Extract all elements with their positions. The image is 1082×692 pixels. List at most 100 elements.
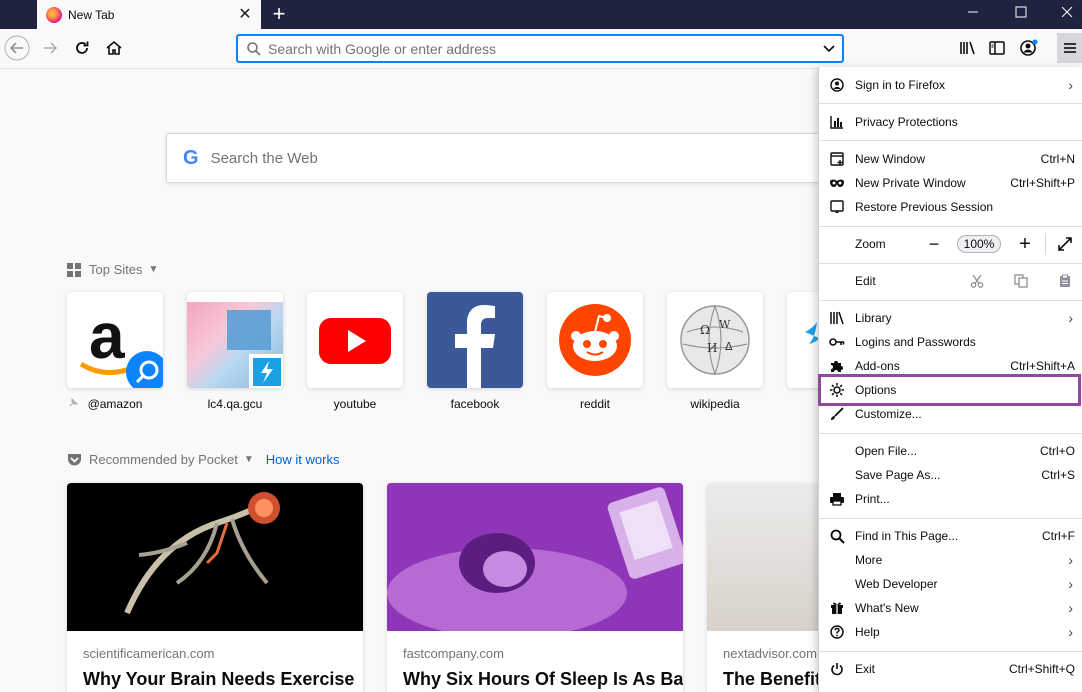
menu-print[interactable]: Print... [819, 487, 1082, 511]
top-site-label: wikipedia [690, 397, 740, 411]
youtube-tile [307, 292, 403, 388]
gift-icon [831, 602, 843, 614]
facebook-tile [427, 292, 523, 388]
reload-button[interactable] [67, 33, 97, 63]
search-icon [830, 529, 845, 544]
firefox-icon [46, 6, 62, 23]
svg-text:a: a [89, 300, 125, 372]
menu-library[interactable]: Library › [819, 306, 1082, 330]
url-input[interactable] [268, 40, 816, 57]
story-source: fastcompany.com [403, 646, 504, 661]
copy-icon [1014, 274, 1028, 288]
lc4-thumbnail-icon [187, 292, 283, 388]
back-button[interactable] [2, 33, 32, 63]
story-headline: Why Your Brain Needs Exercise [83, 669, 355, 689]
zoom-reset-button[interactable]: 100% [957, 235, 1001, 253]
facebook-logo-icon [455, 305, 495, 388]
story-image [67, 483, 363, 631]
key-icon [829, 338, 845, 346]
sidebar-icon [989, 41, 1005, 55]
chevron-down-icon: ▼ [148, 264, 159, 275]
sidebar-button[interactable] [982, 33, 1012, 63]
account-button[interactable] [1014, 33, 1044, 63]
chevron-down-icon[interactable] [816, 44, 842, 54]
maximize-icon[interactable] [998, 0, 1044, 29]
chevron-down-icon[interactable]: ▼ [244, 454, 254, 465]
menu-privacy-protections[interactable]: Privacy Protections [819, 110, 1082, 134]
navigation-toolbar [0, 29, 1082, 69]
menu-new-window[interactable]: New Window Ctrl+N [819, 147, 1082, 171]
svg-text:W: W [719, 318, 731, 331]
top-site-label: facebook [450, 397, 500, 411]
menu-save-page[interactable]: Save Page As... Ctrl+S [819, 463, 1082, 487]
close-tab-icon[interactable]: ✕ [235, 0, 255, 29]
top-site-lc4[interactable]: lc4.qa.gcu [187, 292, 283, 411]
menu-zoom: Zoom [855, 237, 886, 251]
chevron-right-icon: › [1068, 552, 1073, 568]
menu-sign-in[interactable]: Sign in to Firefox › [819, 73, 1082, 97]
wikipedia-logo-icon: Ω W И ᐃ [680, 305, 750, 375]
menu-new-private-window[interactable]: New Private Window Ctrl+Shift+P [819, 171, 1082, 195]
forward-arrow-icon [44, 42, 58, 54]
lc4-tile [187, 292, 283, 388]
restore-session-icon [830, 200, 844, 213]
home-button[interactable] [99, 33, 129, 63]
hamburger-icon [1063, 43, 1076, 53]
grid-icon [67, 262, 81, 277]
home-icon [106, 40, 122, 55]
paste-button[interactable] [1055, 271, 1075, 291]
library-button[interactable] [953, 33, 983, 63]
tab-new-tab[interactable]: New Tab ✕ [37, 0, 261, 29]
pocket-story-card[interactable]: scientificamerican.com Why Your Brain Ne… [67, 483, 363, 692]
top-site-label: lc4.qa.gcu [207, 397, 263, 411]
fullscreen-button[interactable] [1055, 235, 1075, 253]
top-site-facebook[interactable]: facebook [427, 292, 523, 411]
menu-more[interactable]: More › [819, 548, 1082, 572]
top-sites-header[interactable]: Top Sites ▼ [67, 262, 158, 277]
top-site-youtube[interactable]: youtube [307, 292, 403, 411]
menu-exit[interactable]: Exit Ctrl+Shift+Q [819, 657, 1082, 681]
menu-help[interactable]: Help › [819, 620, 1082, 644]
chevron-right-icon: › [1068, 600, 1073, 616]
pocket-story-card[interactable]: fastcompany.com Why Six Hours Of Sleep I… [387, 483, 683, 692]
menu-whats-new[interactable]: What's New › [819, 596, 1082, 620]
web-search-placeholder: Search the Web [210, 149, 318, 167]
chevron-right-icon: › [1068, 576, 1073, 592]
new-window-icon [830, 152, 844, 166]
back-arrow-icon [4, 35, 30, 61]
menu-web-developer[interactable]: Web Developer › [819, 572, 1082, 596]
amazon-logo-icon: a [79, 300, 163, 388]
tab-strip: New Tab ✕ + [0, 0, 1082, 29]
menu-restore-session[interactable]: Restore Previous Session [819, 195, 1082, 219]
cut-button[interactable] [967, 271, 987, 291]
menu-logins-passwords[interactable]: Logins and Passwords [819, 330, 1082, 354]
options-highlight-box [818, 374, 1081, 406]
chevron-right-icon: › [1068, 77, 1073, 93]
chevron-right-icon: › [1068, 310, 1073, 326]
forward-button[interactable] [35, 33, 65, 63]
search-icon [247, 41, 261, 56]
window-close-icon[interactable] [1044, 0, 1082, 29]
zoom-out-button[interactable]: − [923, 234, 945, 254]
zoom-in-button[interactable]: + [1013, 233, 1037, 255]
story-headline: Why Six Hours Of Sleep Is As Bad [403, 669, 683, 689]
paintbrush-icon [831, 407, 844, 420]
amazon-tile: a [67, 292, 163, 388]
help-icon [830, 625, 844, 639]
minimize-icon[interactable] [950, 0, 996, 29]
open-menu-button[interactable] [1057, 33, 1082, 63]
library-icon [830, 311, 844, 325]
copy-button[interactable] [1011, 271, 1031, 291]
top-site-label: youtube [333, 397, 377, 411]
youtube-logo-icon [319, 318, 391, 364]
menu-open-file[interactable]: Open File... Ctrl+O [819, 439, 1082, 463]
menu-find-in-page[interactable]: Find in This Page... Ctrl+F [819, 524, 1082, 548]
address-bar[interactable] [236, 34, 844, 63]
how-it-works-link[interactable]: How it works [266, 452, 340, 467]
new-tab-plus-icon[interactable]: + [266, 0, 292, 29]
top-site-amazon[interactable]: a @amazon [67, 292, 163, 411]
top-site-wikipedia[interactable]: Ω W И ᐃ wikipedia [667, 292, 763, 411]
top-site-reddit[interactable]: reddit [547, 292, 643, 411]
pocket-header: Recommended by Pocket ▼ How it works [67, 452, 339, 467]
web-search-box[interactable]: G Search the Web [166, 133, 866, 183]
